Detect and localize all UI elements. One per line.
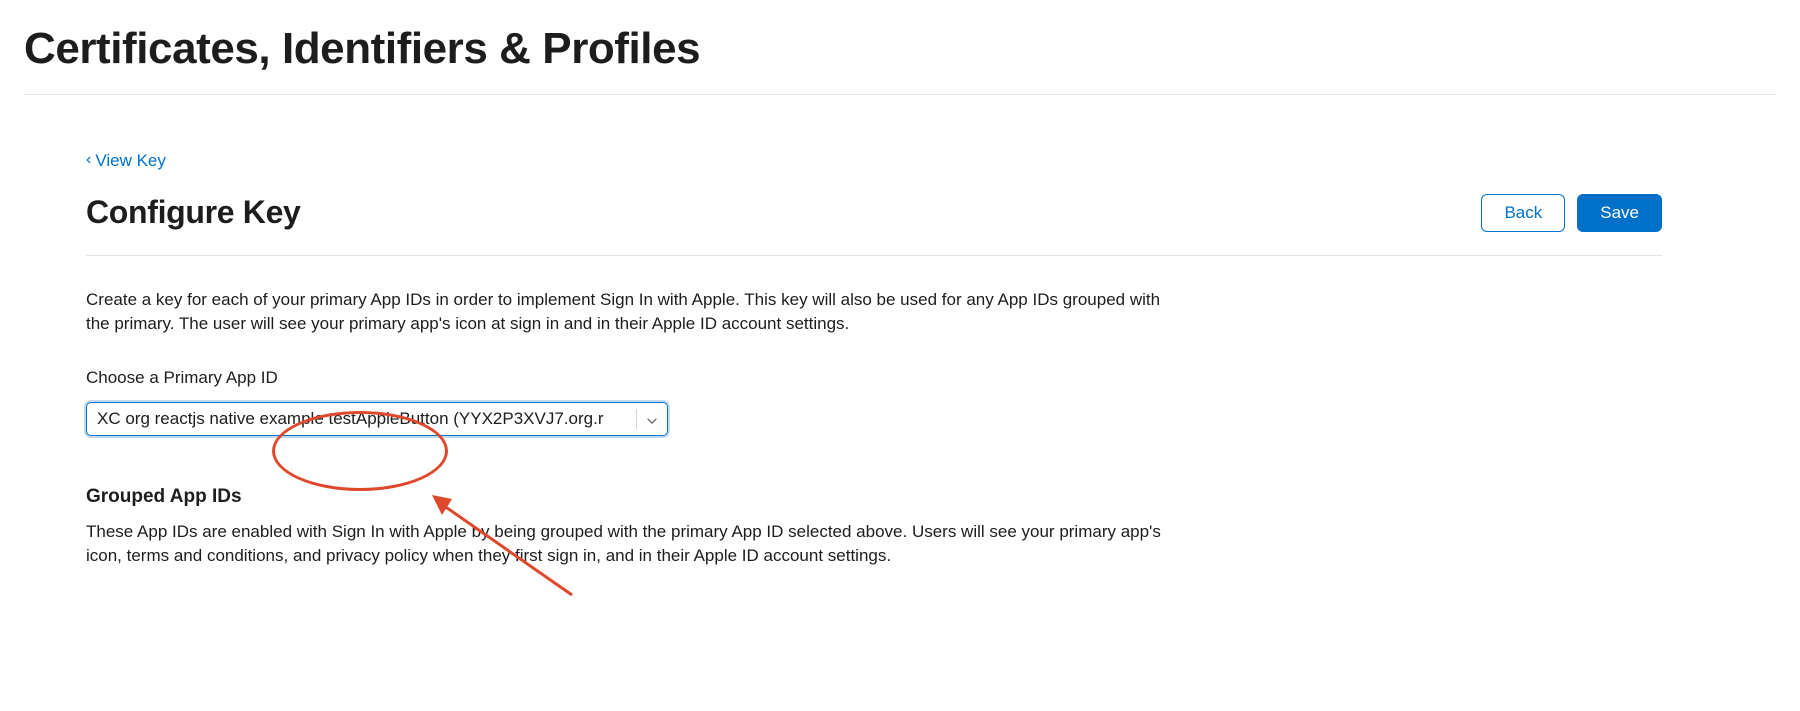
action-buttons: Back Save <box>1481 194 1662 232</box>
primary-app-id-select[interactable]: XC org reactjs native example testAppleB… <box>86 402 668 436</box>
page-title: Certificates, Identifiers & Profiles <box>24 0 1776 95</box>
select-divider <box>636 409 637 429</box>
back-button[interactable]: Back <box>1481 194 1565 232</box>
save-button[interactable]: Save <box>1577 194 1662 232</box>
grouped-app-ids-heading: Grouped App IDs <box>86 484 1662 511</box>
back-link-label: View Key <box>95 149 166 173</box>
primary-app-id-label: Choose a Primary App ID <box>86 366 1662 390</box>
primary-app-id-selected-value: XC org reactjs native example testAppleB… <box>97 407 631 431</box>
chevron-left-icon: ‹ <box>86 152 91 168</box>
chevron-down-icon <box>647 407 657 431</box>
section-title: Configure Key <box>86 190 301 235</box>
intro-text: Create a key for each of your primary Ap… <box>86 288 1186 336</box>
grouped-app-ids-text: These App IDs are enabled with Sign In w… <box>86 520 1186 568</box>
back-link-view-key[interactable]: ‹ View Key <box>86 149 166 173</box>
